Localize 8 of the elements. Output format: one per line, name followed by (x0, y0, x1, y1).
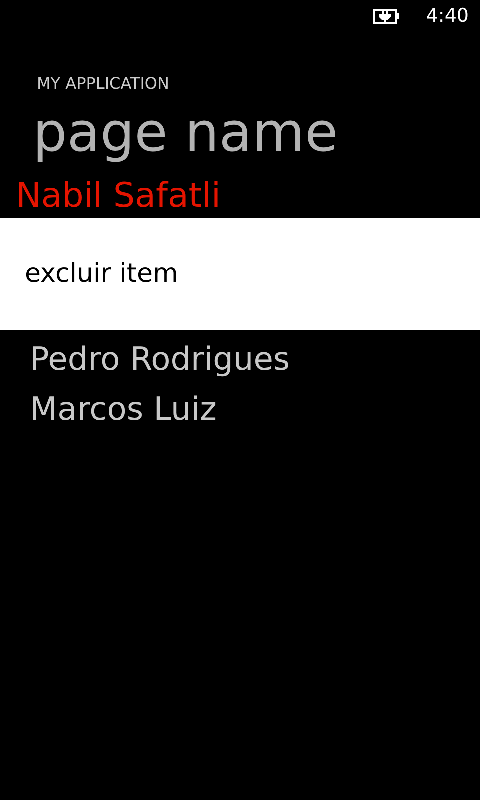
list-item[interactable]: Nabil Safatli (0, 174, 480, 218)
list-item[interactable]: Marcos Luiz (0, 384, 480, 434)
battery-charging-icon (373, 8, 400, 24)
list-item[interactable]: Pedro Rodrigues (0, 334, 480, 384)
status-time: 4:40 (426, 5, 469, 27)
page-title: page name (33, 100, 340, 166)
menu-item[interactable]: excluir item (0, 259, 178, 289)
app-title: MY APPLICATION (37, 73, 170, 95)
